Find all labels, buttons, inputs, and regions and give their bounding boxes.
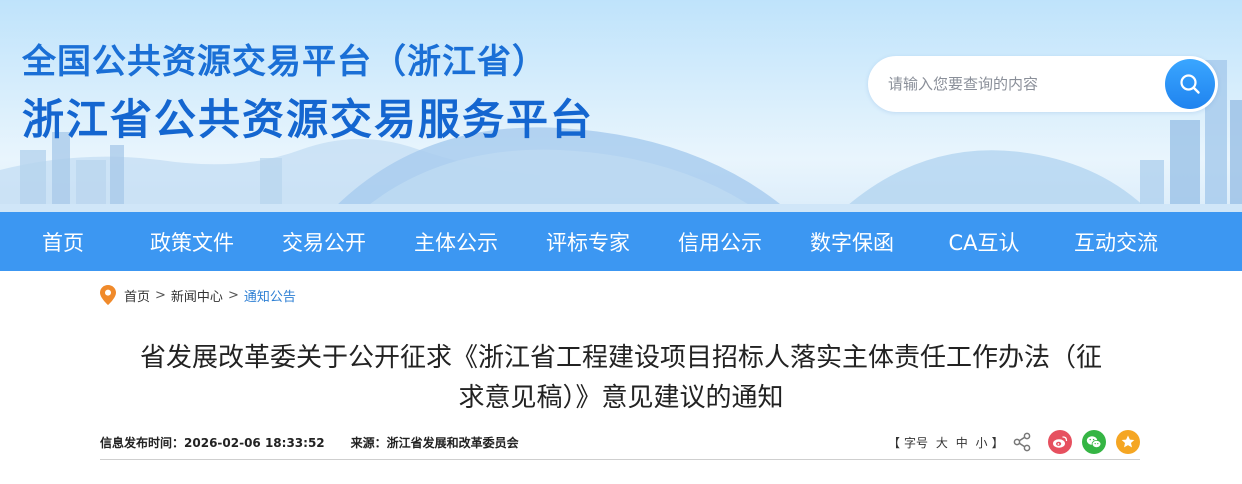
article-title-line-1: 省发展改革委关于公开征求《浙江省工程建设项目招标人落实主体责任工作办法（征 <box>139 343 1102 373</box>
nav-item-entity-publicity[interactable]: 主体公示 <box>390 212 522 271</box>
main-nav: 首页 政策文件 交易公开 主体公示 评标专家 信用公示 数字保函 CA互认 互动… <box>0 212 1242 271</box>
search-icon <box>1180 74 1200 94</box>
breadcrumb: 首页 > 新闻中心 > 通知公告 <box>100 283 296 307</box>
wechat-share-button[interactable] <box>1082 430 1106 454</box>
nav-item-bid-experts[interactable]: 评标专家 <box>522 212 654 271</box>
nav-item-policy-documents[interactable]: 政策文件 <box>126 212 258 271</box>
site-title-provincial: 浙江省公共资源交易服务平台 <box>22 95 595 144</box>
nav-item-ca-mutual-recognition[interactable]: CA互认 <box>918 212 1050 271</box>
nav-item-interaction[interactable]: 互动交流 <box>1050 212 1182 271</box>
font-size-control: 【字号 大 中 小】 <box>886 434 1006 451</box>
wechat-icon <box>1086 436 1102 448</box>
nav-item-home[interactable]: 首页 <box>0 212 126 271</box>
search-box <box>868 56 1218 112</box>
font-size-label: 字号 <box>904 436 929 450</box>
favorite-icon <box>1121 435 1135 448</box>
font-size-small-button[interactable]: 小 <box>976 436 988 450</box>
breadcrumb-home[interactable]: 首页 <box>124 286 150 305</box>
font-size-medium-button[interactable]: 中 <box>956 436 968 450</box>
weibo-icon <box>1053 436 1068 448</box>
article-title: 省发展改革委关于公开征求《浙江省工程建设项目招标人落实主体责任工作办法（征 求意… <box>100 338 1142 418</box>
article-meta-info: 信息发布时间：2026-02-06 18:33:52 来源：浙江省发展和改革委员会 <box>100 434 519 451</box>
breadcrumb-separator: > <box>227 287 239 303</box>
share-icon <box>1013 432 1031 452</box>
font-size-bracket-close: 】 <box>991 436 1004 450</box>
article-title-line-2: 求意见稿）》意见建议的通知 <box>458 383 784 413</box>
source-value: 浙江省发展和改革委员会 <box>386 436 519 450</box>
breadcrumb-notices[interactable]: 通知公告 <box>244 286 296 305</box>
header-banner: 全国公共资源交易平台（浙江省） 浙江省公共资源交易服务平台 <box>0 0 1242 212</box>
search-input[interactable] <box>888 56 1158 112</box>
favorite-button[interactable] <box>1116 430 1140 454</box>
breadcrumb-separator: > <box>155 287 166 303</box>
article-meta-bar: 信息发布时间：2026-02-06 18:33:52 来源：浙江省发展和改革委员会… <box>100 430 1140 460</box>
search-button[interactable] <box>1165 59 1215 109</box>
nav-item-digital-guarantee[interactable]: 数字保函 <box>786 212 918 271</box>
publish-time-value: 2026-02-06 18:33:52 <box>184 436 325 450</box>
nav-item-credit-publicity[interactable]: 信用公示 <box>654 212 786 271</box>
source-label: 来源： <box>350 436 387 450</box>
location-pin-icon <box>100 285 116 305</box>
font-size-bracket-open: 【 <box>888 436 901 450</box>
site-title-national: 全国公共资源交易平台（浙江省） <box>22 42 547 82</box>
publish-time-label: 信息发布时间： <box>100 436 185 450</box>
weibo-share-button[interactable] <box>1048 430 1072 454</box>
font-size-large-button[interactable]: 大 <box>936 436 948 450</box>
breadcrumb-news-center[interactable]: 新闻中心 <box>171 286 223 305</box>
share-button[interactable] <box>1010 430 1034 454</box>
nav-item-transaction-disclosure[interactable]: 交易公开 <box>258 212 390 271</box>
